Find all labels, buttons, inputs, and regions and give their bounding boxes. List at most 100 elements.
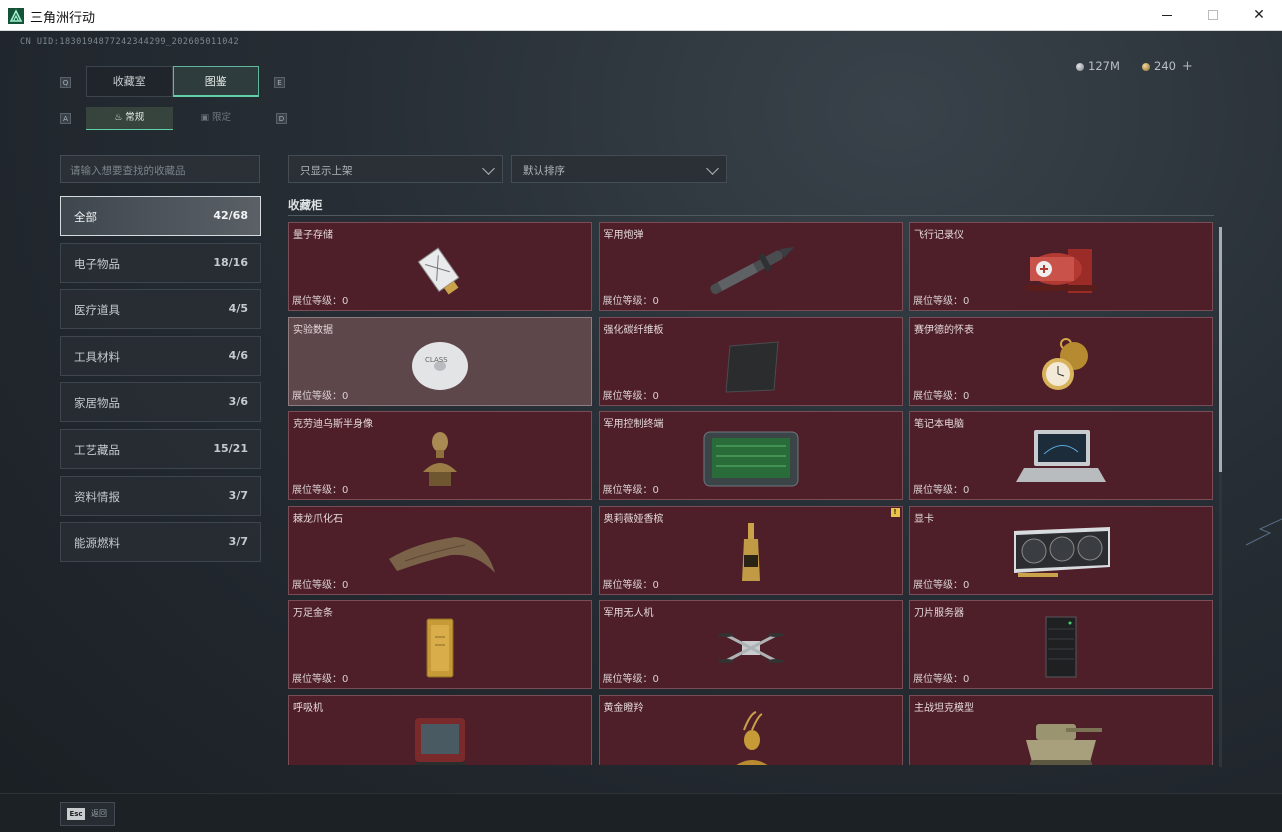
claw-item-image (385, 521, 495, 587)
laptop-item-image (1006, 426, 1116, 492)
close-button[interactable]: ✕ (1236, 0, 1282, 31)
level-label: 展位等级： (602, 674, 653, 686)
sort-dropdown-label: 默认排序 (523, 165, 565, 177)
category-name: 医疗道具 (74, 303, 120, 318)
item-level: 展位等级：0 (603, 292, 659, 307)
category-name: 家居物品 (74, 396, 120, 411)
collection-card[interactable]: 棘龙爪化石 展位等级：0 (288, 505, 592, 595)
level-label: 展位等级： (913, 296, 963, 307)
back-button[interactable]: Esc 返回 (60, 802, 115, 826)
category-intel[interactable]: 资料情报 3/7 (60, 475, 261, 516)
currency-gold-value: 240 (1154, 59, 1176, 73)
item-name: 军用控制终端 (603, 419, 664, 431)
key-hint-a: A (60, 113, 71, 124)
category-all[interactable]: 全部 42/68 (60, 196, 261, 236)
goldbar-item-image (385, 615, 495, 681)
item-name: 飞行记录仪 (914, 230, 964, 241)
maximize-button[interactable] (1190, 0, 1236, 31)
category-count: 15/21 (213, 441, 248, 455)
category-name: 工具材料 (74, 349, 120, 364)
category-crafts[interactable]: 工艺藏品 15/21 (60, 428, 261, 469)
scrollbar-thumb[interactable] (1219, 227, 1222, 472)
collection-card[interactable]: 军用炮弹展位等级：0 (598, 222, 903, 311)
shell-item-image (696, 237, 806, 303)
key-hint-q: Q (60, 77, 71, 88)
scrollbar[interactable] (1219, 227, 1222, 767)
level-value: 0 (652, 674, 659, 686)
currency-gold: 240 + (1142, 59, 1193, 74)
category-medical[interactable]: 医疗道具 4/5 (60, 289, 261, 330)
lightning-decoration (1245, 518, 1282, 546)
level-label: 展位等级： (602, 485, 653, 497)
collection-card[interactable]: 笔记本电脑 展位等级：0 (909, 411, 1213, 501)
level-label: 展位等级： (292, 390, 342, 402)
level-value: 0 (652, 579, 659, 591)
window-title: 三角洲行动 (30, 11, 96, 26)
subtab-limited[interactable]: ▣ 限定 (173, 107, 260, 130)
item-level: 展位等级：0 (913, 387, 969, 402)
collection-card[interactable]: 军用无人机 展位等级：0 (598, 600, 903, 690)
currency-silver-value: 127M (1088, 59, 1120, 73)
svg-text:CLASS: CLASS (425, 356, 448, 364)
category-count: 3/7 (228, 535, 248, 549)
collection-card[interactable]: 显卡 展位等级：0 (909, 505, 1213, 595)
collection-card[interactable]: 飞行记录仪 展位等级：0 (909, 222, 1213, 311)
collection-card[interactable]: 强化碳纤维板 展位等级：0 (598, 316, 903, 406)
gold-coin-icon (1142, 62, 1150, 71)
collection-card[interactable]: 万足金条 展位等级：0 (288, 600, 592, 690)
item-name: 克劳迪乌斯半身像 (293, 419, 373, 431)
game-viewport: CN UID:1830194877242344299_2026050110​42… (0, 31, 1282, 832)
sort-dropdown[interactable]: 默认排序 (511, 155, 727, 183)
filter-dropdown-label: 只显示上架 (300, 165, 353, 177)
level-value: 0 (342, 296, 349, 307)
tab-collection-room[interactable]: 收藏室 (86, 66, 173, 97)
level-label: 展位等级： (913, 390, 963, 402)
collection-card[interactable]: 量子存储 展位等级：0 (288, 222, 592, 311)
category-household[interactable]: 家居物品 3/6 (60, 382, 261, 423)
key-hint-d: D (276, 113, 287, 124)
collection-card[interactable]: 实验数据 CLASS 展位等级：0 (288, 316, 592, 406)
key-hint-e: E (274, 77, 285, 88)
category-fuel[interactable]: 能源燃料 3/7 (60, 522, 261, 563)
silver-coin-icon (1076, 62, 1084, 71)
level-label: 展位等级： (602, 390, 653, 402)
collection-card[interactable]: 刀片服务器展位等级：0 (909, 600, 1213, 690)
collection-card[interactable]: 主战坦克模型 (909, 695, 1213, 765)
collection-card[interactable]: 呼吸机 (288, 695, 592, 765)
item-name: 刀片服务器 (914, 608, 964, 620)
add-currency-button[interactable]: + (1182, 59, 1193, 74)
item-level: 展位等级：0 (603, 576, 659, 591)
item-name: 赛伊德的怀表 (914, 324, 974, 336)
collection-card[interactable]: 赛伊德的怀表 展位等级：0 (909, 316, 1213, 406)
item-level: 展位等级：0 (913, 670, 969, 685)
app-logo-icon (8, 8, 24, 24)
tab-catalog[interactable]: 图鉴 (172, 66, 259, 97)
subtab-regular[interactable]: ♨ 常规 (86, 107, 173, 130)
search-input[interactable]: 请输入想要查找的收藏品 (60, 155, 260, 183)
collection-card[interactable]: 军用控制终端 展位等级：0 (598, 411, 903, 501)
subtab-limited-label: 限定 (212, 112, 232, 123)
chevron-down-icon (706, 162, 719, 175)
minimize-button[interactable] (1144, 0, 1190, 31)
disc-item-image: CLASS (385, 332, 495, 398)
collection-card[interactable]: 奥莉薇娅香槟 展位等级：0! (598, 505, 903, 595)
item-name: 强化碳纤维板 (603, 324, 664, 336)
category-count: 4/5 (228, 302, 248, 316)
filter-dropdown[interactable]: 只显示上架 (288, 155, 503, 183)
item-name: 军用炮弹 (603, 230, 644, 241)
collection-card[interactable]: 黄金瞪羚 (598, 695, 903, 765)
category-tools[interactable]: 工具材料 4/6 (60, 335, 261, 376)
category-electronics[interactable]: 电子物品 18/16 (60, 242, 261, 283)
plate-item-image (696, 332, 806, 398)
item-level: 展位等级：0 (292, 670, 348, 685)
back-label: 返回 (91, 809, 107, 818)
level-value: 0 (342, 674, 349, 686)
level-value: 0 (963, 579, 970, 591)
collection-card[interactable]: 克劳迪乌斯半身像 展位等级：0 (288, 411, 592, 501)
sub-tabs: ♨ 常规 ▣ 限定 (86, 107, 259, 130)
item-name: 棘龙爪化石 (293, 513, 343, 525)
bust-item-image (385, 426, 495, 492)
flame-icon: ♨ (114, 113, 123, 123)
bottom-bar: Esc 返回 (0, 793, 1282, 832)
cabinet-title: 收藏柜 (288, 198, 323, 212)
